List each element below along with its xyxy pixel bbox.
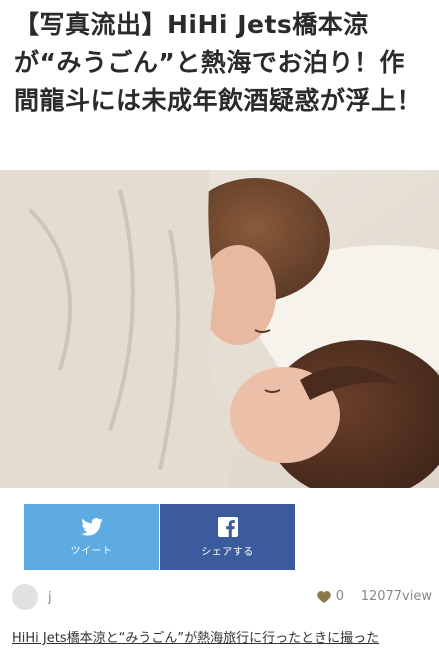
tweet-label: ツイート <box>70 545 113 557</box>
author-name[interactable]: j <box>48 590 52 605</box>
twitter-bird-icon <box>80 517 103 536</box>
article-title: 【写真流出】HiHi Jets橋本涼が“みうごん”と熱海でお泊り！作間龍斗には未… <box>14 10 423 115</box>
tweet-button[interactable]: ツイート <box>24 504 159 570</box>
facebook-share-label: シェアする <box>201 546 254 558</box>
view-count: 12077view <box>360 589 432 604</box>
share-buttons: ツイート シェアする <box>24 504 295 570</box>
like-count[interactable]: 0 <box>316 589 344 604</box>
heart-icon <box>316 590 331 603</box>
article-meta: j 0 12077view <box>12 584 432 612</box>
facebook-f-icon <box>217 516 238 537</box>
like-count-value: 0 <box>335 589 344 604</box>
photo-illustration <box>0 170 439 488</box>
article-photo <box>0 170 439 488</box>
article-body-excerpt[interactable]: HiHi Jets橋本涼と“みうごん”が熱海旅行に行ったときに撮った <box>12 628 439 650</box>
author-avatar[interactable] <box>12 584 38 610</box>
facebook-share-button[interactable]: シェアする <box>160 504 295 570</box>
